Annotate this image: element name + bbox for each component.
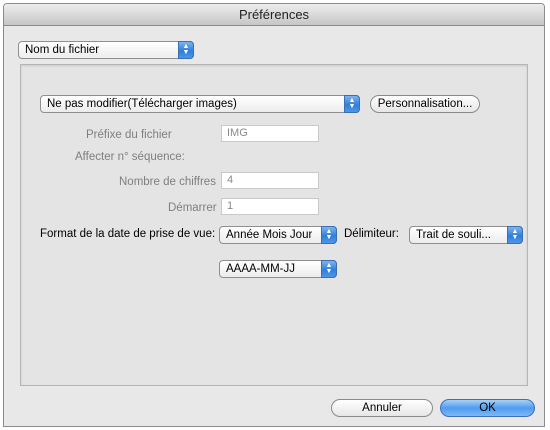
ok-button[interactable]: OK xyxy=(440,399,535,417)
prefix-field[interactable]: IMG xyxy=(221,125,319,142)
mode-select-value: Ne pas modifier(Télécharger images) xyxy=(47,98,237,110)
chevron-updown-icon: ▲ ▼ xyxy=(507,226,523,244)
customize-button[interactable]: Personnalisation... xyxy=(370,95,480,113)
prefix-label: Préfixe du fichier xyxy=(86,129,172,141)
chevron-updown-icon: ▲ ▼ xyxy=(178,41,194,59)
date-format-label: Format de la date de prise de vue: xyxy=(40,228,216,240)
window-title: Préférences xyxy=(4,4,544,26)
cancel-button[interactable]: Annuler xyxy=(331,399,433,417)
start-field[interactable]: 1 xyxy=(221,198,319,215)
sequence-label: Affecter n° séquence: xyxy=(75,151,185,163)
mode-select[interactable]: Ne pas modifier(Télécharger images) ▲ ▼ xyxy=(40,95,360,113)
start-label: Démarrer xyxy=(168,202,217,214)
window-content: Nom du fichier ▲ ▼ Ne pas modifier(Téléch… xyxy=(4,26,544,426)
delimiter-value: Trait de souli... xyxy=(416,229,491,241)
chevron-updown-icon: ▲ ▼ xyxy=(321,226,337,244)
settings-panel: Ne pas modifier(Télécharger images) ▲ ▼ P… xyxy=(20,64,528,386)
preferences-window: Préférences Nom du fichier ▲ ▼ Ne pas mod… xyxy=(3,3,545,427)
date-order-value: Année Mois Jour xyxy=(226,229,313,241)
chevron-updown-icon: ▲ ▼ xyxy=(321,260,337,278)
naming-target-select[interactable]: Nom du fichier ▲ ▼ xyxy=(18,41,194,59)
naming-target-value: Nom du fichier xyxy=(25,44,100,56)
chevron-updown-icon: ▲ ▼ xyxy=(344,95,360,113)
date-order-select[interactable]: Année Mois Jour ▲ ▼ xyxy=(219,226,337,244)
digits-field[interactable]: 4 xyxy=(221,172,319,189)
date-pattern-select[interactable]: AAAA-MM-JJ ▲ ▼ xyxy=(219,260,337,278)
delimiter-select[interactable]: Trait de souli... ▲ ▼ xyxy=(409,226,523,244)
delimiter-label: Délimiteur: xyxy=(344,228,399,240)
digits-label: Nombre de chiffres xyxy=(119,176,216,188)
date-pattern-value: AAAA-MM-JJ xyxy=(226,263,295,275)
